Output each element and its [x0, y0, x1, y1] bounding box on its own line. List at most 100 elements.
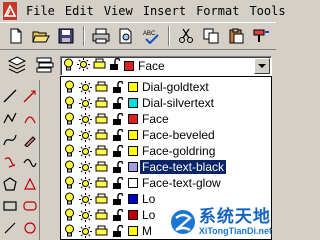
layer-printer-icon[interactable] [95, 208, 108, 222]
print-button[interactable] [89, 25, 112, 48]
lightbulb-icon[interactable] [63, 160, 76, 174]
layer-printer-icon[interactable] [95, 192, 108, 206]
layer-color-swatch[interactable] [128, 146, 138, 156]
layer-printer-icon[interactable] [95, 112, 108, 126]
save-button[interactable] [54, 25, 77, 48]
layer-color-swatch[interactable] [128, 194, 138, 204]
unlock-icon[interactable] [111, 80, 124, 94]
arc-icon [24, 116, 36, 124]
unlock-icon[interactable] [111, 96, 124, 110]
layer-printer-icon[interactable] [95, 224, 108, 238]
sun-icon[interactable] [79, 112, 92, 126]
layer-list-item[interactable]: Face-text-glow [61, 175, 271, 191]
polyline-tool[interactable] [1, 108, 19, 128]
freehand-tool[interactable] [1, 152, 19, 172]
layers-icon [7, 56, 27, 74]
layer-color-swatch[interactable] [128, 82, 138, 92]
watermark-logo-icon [170, 210, 195, 234]
unlock-icon[interactable] [111, 112, 124, 126]
lightbulb-icon[interactable] [63, 224, 76, 238]
sun-icon[interactable] [79, 128, 92, 142]
menu-tools[interactable]: Tools [244, 4, 290, 18]
line-tool[interactable] [1, 86, 19, 106]
folder-open-icon [31, 31, 50, 43]
layers-button[interactable] [4, 53, 30, 78]
layer-list-item[interactable]: Lo [61, 191, 271, 207]
unlock-icon[interactable] [111, 144, 124, 158]
menu-edit[interactable]: Edit [60, 4, 99, 18]
unlock-icon[interactable] [111, 176, 124, 190]
unlock-icon[interactable] [111, 208, 124, 222]
layer-printer-icon[interactable] [95, 96, 108, 110]
spell-check-icon: ABC [143, 31, 159, 44]
menu-insert[interactable]: Insert [138, 4, 191, 18]
unlock-icon[interactable] [111, 224, 124, 238]
cut-button[interactable] [174, 25, 197, 48]
circle-tool[interactable] [21, 218, 39, 238]
layer-printer-icon[interactable] [95, 160, 108, 174]
new-file-button[interactable] [4, 25, 27, 48]
layer-color-swatch[interactable] [128, 114, 138, 124]
layer-color-swatch[interactable] [128, 130, 138, 140]
paste-button[interactable] [224, 25, 247, 48]
pen-tool[interactable] [21, 130, 39, 150]
lightbulb-icon[interactable] [63, 112, 76, 126]
lightbulb-icon[interactable] [63, 96, 76, 110]
layer-list-item[interactable]: Face-beveled [61, 127, 271, 143]
draw-toolbar [0, 80, 40, 240]
layer-color-swatch[interactable] [128, 162, 138, 172]
layer-name: Lo [142, 192, 156, 206]
layer-printer-icon[interactable] [95, 128, 108, 142]
combo-dropdown-button[interactable] [254, 58, 270, 74]
layer-color-swatch[interactable] [128, 178, 138, 188]
open-file-button[interactable] [29, 25, 52, 48]
print-preview-button[interactable] [114, 25, 137, 48]
ellipse-tool[interactable] [1, 218, 19, 238]
layer-list-item[interactable]: Dial-silvertext [61, 95, 271, 111]
ray-tool[interactable] [21, 86, 39, 106]
layer-printer-icon[interactable] [95, 144, 108, 158]
sun-icon[interactable] [79, 176, 92, 190]
lightbulb-icon[interactable] [63, 208, 76, 222]
curve-tool[interactable] [1, 130, 19, 150]
lightbulb-icon[interactable] [63, 176, 76, 190]
sun-icon[interactable] [79, 224, 92, 238]
layer-list-item[interactable]: Face-goldring [61, 143, 271, 159]
layer-printer-icon[interactable] [95, 80, 108, 94]
layer-color-swatch[interactable] [128, 98, 138, 108]
menu-format[interactable]: Format [191, 4, 244, 18]
spell-check-button[interactable]: ABC [139, 25, 162, 48]
layer-list-item[interactable]: Dial-goldtext [61, 79, 271, 95]
unlock-icon[interactable] [111, 128, 124, 142]
unlock-icon[interactable] [111, 192, 124, 206]
layer-list-item[interactable]: Face-text-black [61, 159, 271, 175]
sun-icon[interactable] [79, 208, 92, 222]
menu-view[interactable]: View [99, 4, 138, 18]
sun-icon[interactable] [79, 192, 92, 206]
sun-icon[interactable] [79, 144, 92, 158]
layer-color-swatch[interactable] [128, 226, 138, 236]
layer-printer-icon[interactable] [95, 176, 108, 190]
rounded-rect-tool[interactable] [21, 196, 39, 216]
sun-icon[interactable] [79, 160, 92, 174]
lightbulb-icon[interactable] [63, 144, 76, 158]
menu-file[interactable]: File [21, 4, 60, 18]
lightbulb-icon[interactable] [63, 192, 76, 206]
lightbulb-icon[interactable] [63, 80, 76, 94]
layer-list-item[interactable]: Face [61, 111, 271, 127]
format-painter-button[interactable] [249, 25, 272, 48]
lightbulb-icon[interactable] [63, 128, 76, 142]
arc-tool[interactable] [21, 108, 39, 128]
layer-color-swatch[interactable] [128, 210, 138, 220]
polygon-tool[interactable] [1, 174, 19, 194]
app-icon[interactable] [3, 2, 17, 20]
shape-tool[interactable] [21, 174, 39, 194]
copy-button[interactable] [199, 25, 222, 48]
sun-icon[interactable] [79, 96, 92, 110]
spline-tool[interactable] [21, 152, 39, 172]
unlock-icon[interactable] [111, 160, 124, 174]
rectangle-tool[interactable] [1, 196, 19, 216]
sun-icon[interactable] [79, 80, 92, 94]
layer-properties-button[interactable] [32, 53, 58, 78]
layer-combo-box[interactable]: Face [60, 56, 272, 76]
